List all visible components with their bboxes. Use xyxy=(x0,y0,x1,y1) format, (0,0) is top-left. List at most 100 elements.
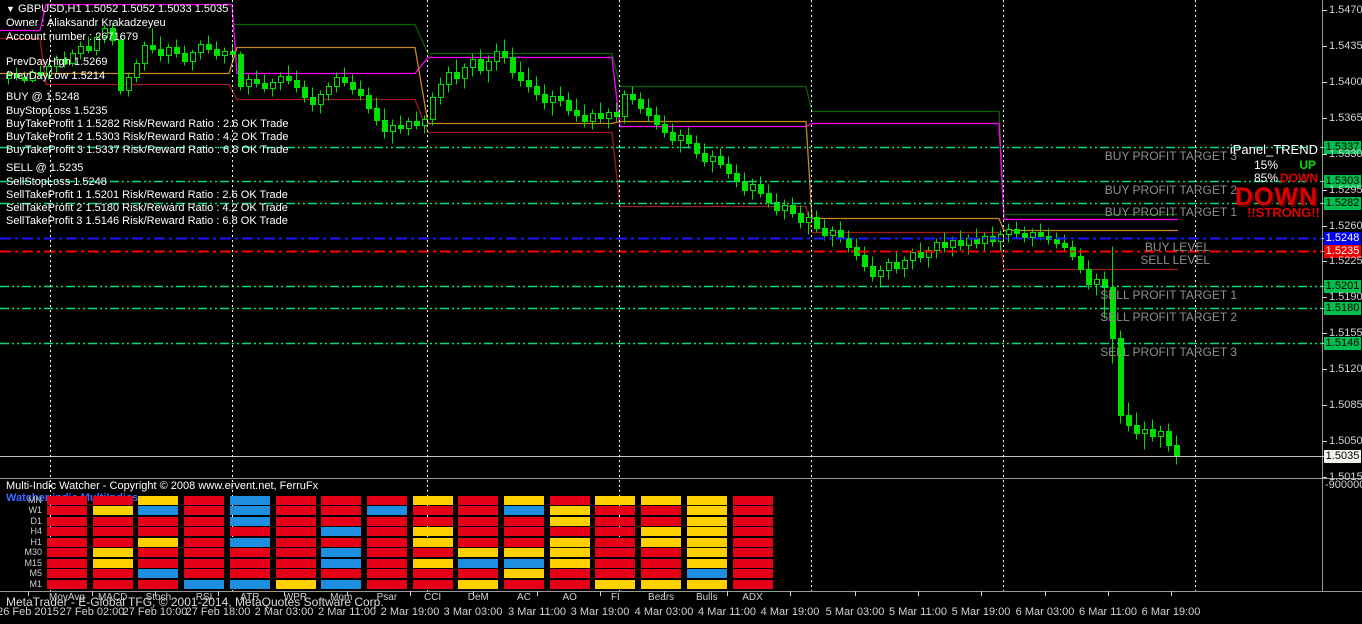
candle xyxy=(1023,234,1028,238)
trade-info-line: BuyTakeProfit 2 1.5303 Risk/Reward Ratio… xyxy=(6,131,288,143)
candle xyxy=(951,241,956,248)
indicator-cell-D1-CCI xyxy=(413,517,453,526)
indicator-cell-W1-MACD xyxy=(93,506,133,515)
indicator-cell-M15-AC xyxy=(504,559,544,568)
candle xyxy=(671,133,676,141)
price-axis-label: 1.5225 xyxy=(1329,255,1362,267)
indicator-cell-H4-FI xyxy=(595,527,635,536)
candle xyxy=(295,81,300,88)
timeframe-label-H1: H1 xyxy=(4,537,42,547)
indicator-cell-MN-Mom xyxy=(321,496,361,505)
candle xyxy=(1175,446,1180,457)
indicator-cell-H4-ATR xyxy=(230,527,270,536)
candle xyxy=(551,97,556,103)
candle xyxy=(287,77,292,81)
candle xyxy=(583,116,588,122)
indicator-cell-M5-ATR xyxy=(230,569,270,578)
indicator-cell-D1-FI xyxy=(595,517,635,526)
candle xyxy=(311,98,316,105)
indicator-cell-MN-MovAvg xyxy=(47,496,87,505)
price-badge-green: 1.5282 xyxy=(1324,197,1361,210)
indicator-cell-M5-AC xyxy=(504,569,544,578)
timeframe-label-M15: M15 xyxy=(4,558,42,568)
indicator-cell-H4-Psar xyxy=(367,527,407,536)
candle xyxy=(695,144,700,154)
indicator-cell-M30-WPR xyxy=(276,548,316,557)
candle xyxy=(303,88,308,98)
candle xyxy=(647,109,652,116)
candle xyxy=(495,52,500,62)
indicator-cell-M30-Mom xyxy=(321,548,361,557)
candle xyxy=(1039,233,1044,237)
candle xyxy=(1127,416,1132,426)
indicator-cell-D1-AC xyxy=(504,517,544,526)
candle xyxy=(743,182,748,191)
time-axis-label: 5 Mar 19:00 xyxy=(952,606,1011,618)
candle xyxy=(575,111,580,116)
candle xyxy=(639,100,644,109)
candle xyxy=(431,98,436,120)
indicator-cell-W1-Stoch xyxy=(138,506,178,515)
indicator-cell-MN-Stoch xyxy=(138,496,178,505)
candle xyxy=(559,97,564,101)
trade-info-line: SellStopLoss 1.5248 xyxy=(6,176,107,188)
indicator-cell-MN-ATR xyxy=(230,496,270,505)
indicator-cell-D1-Bears xyxy=(641,517,681,526)
level-label: BUY LEVEL xyxy=(1145,241,1210,254)
candle xyxy=(879,271,884,277)
candle xyxy=(479,60,484,71)
indicator-cell-M30-CCI xyxy=(413,548,453,557)
indicator-cell-W1-Bulls xyxy=(687,506,727,515)
candle xyxy=(727,165,732,174)
indicator-cell-M15-Stoch xyxy=(138,559,178,568)
indicator-cell-M1-Bulls xyxy=(687,580,727,589)
candle xyxy=(1015,230,1020,234)
price-badge-current: 1.5035 xyxy=(1324,450,1361,463)
candle xyxy=(127,78,132,91)
candle xyxy=(807,218,812,223)
chart-dropdown-icon[interactable]: ▼ xyxy=(6,4,15,14)
indicator-cell-W1-DeM xyxy=(458,506,498,515)
indicator-cell-M15-AO xyxy=(550,559,590,568)
indicator-cell-M1-AC xyxy=(504,580,544,589)
indicator-cell-H1-MACD xyxy=(93,538,133,547)
candle xyxy=(519,73,524,81)
indicator-cell-D1-AO xyxy=(550,517,590,526)
indicator-cell-H4-RSI xyxy=(184,527,224,536)
level-label: BUY PROFIT TARGET 3 xyxy=(1105,150,1237,163)
indicator-cell-M5-Bears xyxy=(641,569,681,578)
indicator-cell-D1-RSI xyxy=(184,517,224,526)
candle xyxy=(375,109,380,121)
indicator-cell-M5-Psar xyxy=(367,569,407,578)
price-badge-green: 1.5146 xyxy=(1324,337,1361,350)
candle xyxy=(663,125,668,133)
indicator-cell-M30-AO xyxy=(550,548,590,557)
indicator-cell-M15-Psar xyxy=(367,559,407,568)
price-axis-label: 1.5365 xyxy=(1329,112,1362,124)
candle xyxy=(895,263,900,269)
trade-info-line: BuyTakeProfit 1 1.5282 Risk/Reward Ratio… xyxy=(6,118,288,130)
candle xyxy=(207,45,212,50)
indicator-cell-H4-Bulls xyxy=(687,527,727,536)
indicator-cell-M1-Stoch xyxy=(138,580,178,589)
candle xyxy=(527,81,532,87)
indicator-cell-M15-Bulls xyxy=(687,559,727,568)
time-axis-label: 3 Mar 19:00 xyxy=(571,606,630,618)
candle xyxy=(783,206,788,211)
indicator-cell-M5-MACD xyxy=(93,569,133,578)
candle xyxy=(903,261,908,269)
candle xyxy=(567,101,572,111)
timeframe-label-M30: M30 xyxy=(4,547,42,557)
level-label: SELL PROFIT TARGET 1 xyxy=(1100,289,1237,302)
indicator-cell-D1-MovAvg xyxy=(47,517,87,526)
candle xyxy=(351,83,356,90)
indicator-cell-D1-WPR xyxy=(276,517,316,526)
indicator-cell-H1-WPR xyxy=(276,538,316,547)
indicator-cell-D1-Mom xyxy=(321,517,361,526)
indicator-cell-M30-Stoch xyxy=(138,548,178,557)
indicator-cell-M1-FI xyxy=(595,580,635,589)
level-label: SELL PROFIT TARGET 3 xyxy=(1100,346,1237,359)
trade-info-line: SellTakeProfit 3 1.5146 Risk/Reward Rati… xyxy=(6,215,288,227)
indicator-cell-H4-MovAvg xyxy=(47,527,87,536)
indicator-cell-M15-WPR xyxy=(276,559,316,568)
